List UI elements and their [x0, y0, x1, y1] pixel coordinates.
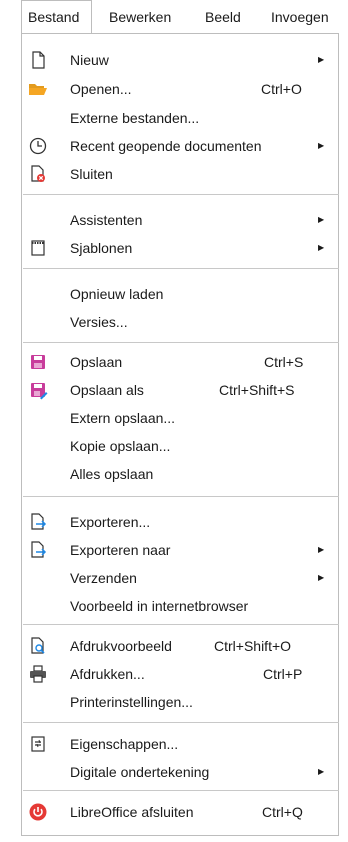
shortcut-label: Ctrl+Shift+O — [214, 638, 292, 654]
menu-item-exit[interactable]: LibreOffice afsluiten Ctrl+Q — [22, 798, 338, 826]
menu-item-label: Recent geopende documenten — [70, 138, 262, 154]
menu-item-label: Opslaan — [70, 354, 123, 370]
menu-item-label: Exporteren... — [70, 514, 151, 530]
shortcut-label: Ctrl+O — [261, 81, 302, 97]
menu-item-export[interactable]: Exporteren... — [22, 508, 338, 536]
menu-item-label: Sjablonen — [70, 240, 133, 256]
printer-icon — [28, 664, 48, 684]
menu-item-properties[interactable]: Eigenschappen... — [22, 730, 338, 758]
menu-bewerken[interactable]: Bewerken — [109, 0, 171, 34]
submenu-arrow-icon: ▶ — [318, 573, 325, 582]
menu-item-label: Exporteren naar — [70, 542, 171, 558]
menu-item-label: Externe bestanden... — [70, 110, 200, 126]
menu-item-save-copy[interactable]: Kopie opslaan... — [22, 432, 338, 460]
menu-item-reload[interactable]: Opnieuw laden — [22, 280, 338, 308]
menu-item-save-remote[interactable]: Extern opslaan... — [22, 404, 338, 432]
clock-icon — [28, 136, 48, 156]
menu-item-wizards[interactable]: Assistenten ▶ — [22, 206, 338, 234]
menu-item-open[interactable]: Openen... Ctrl+O — [22, 75, 338, 103]
print-preview-icon — [28, 636, 48, 656]
menu-item-close[interactable]: Sluiten — [22, 160, 338, 188]
menu-item-label: Sluiten — [70, 166, 113, 182]
submenu-arrow-icon: ▶ — [318, 545, 325, 554]
submenu-arrow-icon: ▶ — [318, 767, 325, 776]
menu-item-digital-signatures[interactable]: Digitale ondertekening ▶ — [22, 758, 338, 786]
menu-item-print[interactable]: Afdrukken... Ctrl+P — [22, 660, 338, 688]
submenu-arrow-icon: ▶ — [318, 215, 325, 224]
templates-icon — [28, 238, 48, 258]
menu-beeld[interactable]: Beeld — [205, 0, 241, 34]
menu-item-label: Eigenschappen... — [70, 736, 179, 752]
export-icon — [28, 512, 48, 532]
menu-item-versions[interactable]: Versies... — [22, 308, 338, 336]
menu-item-label: Kopie opslaan... — [70, 438, 171, 454]
menu-item-label: Printerinstellingen... — [70, 694, 193, 710]
menu-item-label: Assistenten — [70, 212, 143, 228]
folder-open-icon — [28, 79, 48, 99]
shortcut-label: Ctrl+Q — [262, 804, 303, 820]
menu-item-label: Opnieuw laden — [70, 286, 164, 302]
menu-item-preview-in-browser[interactable]: Voorbeeld in internetbrowser — [22, 592, 338, 620]
properties-icon — [28, 734, 48, 754]
menu-separator — [23, 496, 339, 497]
submenu-arrow-icon: ▶ — [318, 55, 325, 64]
new-document-icon — [28, 50, 48, 70]
menu-item-label: Opslaan als — [70, 382, 144, 398]
submenu-arrow-icon: ▶ — [318, 141, 325, 150]
menu-item-label: Versies... — [70, 314, 128, 330]
menu-item-send[interactable]: Verzenden ▶ — [22, 564, 338, 592]
menu-separator — [23, 268, 339, 269]
menu-separator — [23, 624, 339, 625]
close-document-icon — [28, 164, 48, 184]
save-icon — [28, 352, 48, 372]
shortcut-label: Ctrl+S — [264, 354, 304, 370]
menu-item-save[interactable]: Opslaan Ctrl+S — [22, 348, 338, 376]
menu-item-label: Alles opslaan — [70, 466, 154, 482]
menu-item-label: Digitale ondertekening — [70, 764, 210, 780]
power-icon — [28, 802, 48, 822]
menu-item-save-as[interactable]: Opslaan als Ctrl+Shift+S — [22, 376, 338, 404]
shortcut-label: Ctrl+P — [263, 666, 303, 682]
menu-item-printer-settings[interactable]: Printerinstellingen... — [22, 688, 338, 716]
menu-item-label: Verzenden — [70, 570, 137, 586]
menu-item-label: Afdrukken... — [70, 666, 145, 682]
menu-item-label: Nieuw — [70, 52, 109, 68]
menu-item-print-preview[interactable]: Afdrukvoorbeeld Ctrl+Shift+O — [22, 632, 338, 660]
file-menu-dropdown: Nieuw ▶ Openen... Ctrl+O Externe bestand… — [21, 33, 339, 836]
menu-invoegen[interactable]: Invoegen — [271, 0, 329, 34]
menu-item-save-all[interactable]: Alles opslaan — [22, 460, 338, 488]
menu-item-remote-files[interactable]: Externe bestanden... — [22, 104, 338, 132]
menu-item-label: Openen... — [70, 81, 132, 97]
menu-item-label: LibreOffice afsluiten — [70, 804, 194, 820]
save-as-icon — [28, 380, 48, 400]
export-as-icon — [28, 540, 48, 560]
menu-item-label: Extern opslaan... — [70, 410, 176, 426]
menu-item-new[interactable]: Nieuw ▶ — [22, 46, 338, 74]
submenu-arrow-icon: ▶ — [318, 243, 325, 252]
menu-item-label: Voorbeeld in internetbrowser — [70, 598, 249, 614]
menu-item-templates[interactable]: Sjablonen ▶ — [22, 234, 338, 262]
menu-item-recent-documents[interactable]: Recent geopende documenten ▶ — [22, 132, 338, 160]
menu-item-export-as[interactable]: Exporteren naar ▶ — [22, 536, 338, 564]
menu-separator — [23, 194, 339, 195]
menu-bestand[interactable]: Bestand — [21, 0, 92, 34]
shortcut-label: Ctrl+Shift+S — [219, 382, 295, 398]
menu-item-label: Afdrukvoorbeeld — [70, 638, 172, 654]
menu-bar: Bestand Bewerken Beeld Invoegen — [0, 0, 348, 34]
menu-separator — [23, 790, 339, 791]
menu-separator — [23, 722, 339, 723]
menu-separator — [23, 342, 339, 343]
